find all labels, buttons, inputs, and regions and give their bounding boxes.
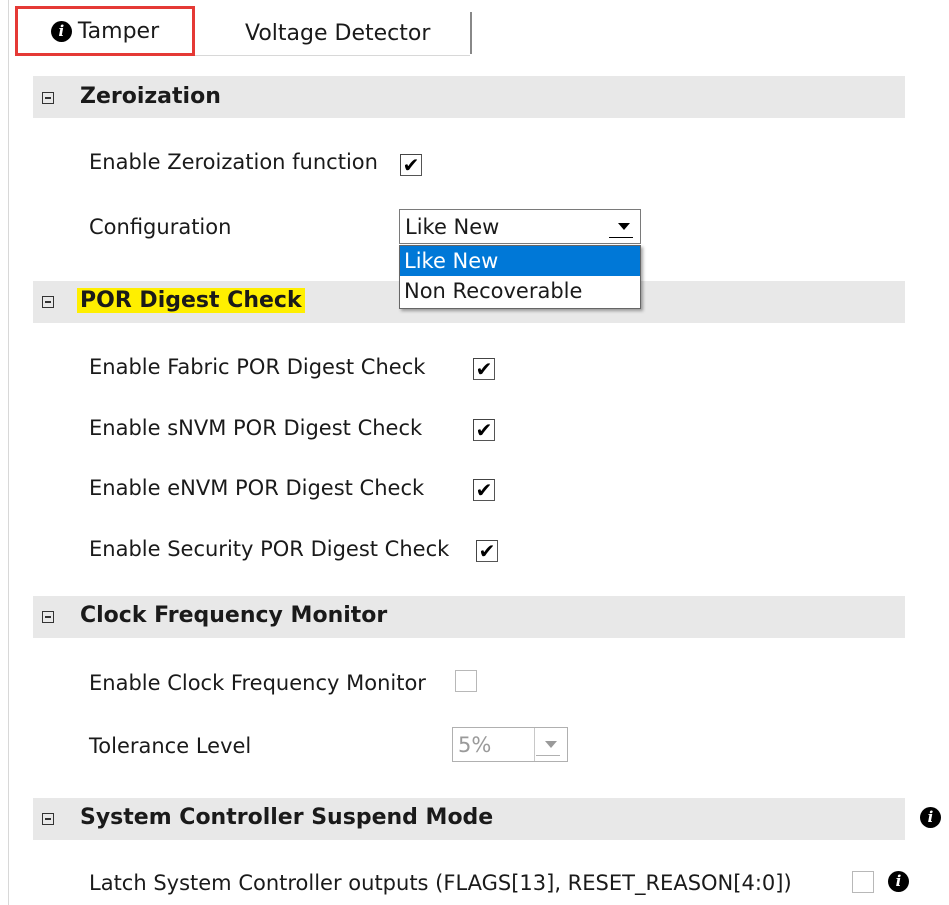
info-icon: i: [50, 20, 72, 42]
configuration-dropdown-list: Like New Non Recoverable: [399, 245, 641, 309]
suspend-title: System Controller Suspend Mode: [80, 805, 494, 830]
latch-outputs-label: Latch System Controller outputs (FLAGS[1…: [89, 871, 792, 895]
latch-info-icon[interactable]: i: [888, 871, 909, 892]
enable-envm-por-label: Enable eNVM POR Digest Check: [89, 476, 425, 500]
tolerance-level-label: Tolerance Level: [89, 734, 252, 758]
latch-outputs-checkbox[interactable]: [852, 871, 874, 893]
enable-snvm-por-checkbox[interactable]: ✔: [473, 419, 495, 441]
por-title-text: POR Digest Check: [77, 288, 305, 313]
tab-tamper-label: Tamper: [77, 18, 160, 44]
enable-security-por-checkbox[interactable]: ✔: [476, 540, 498, 562]
enable-zeroization-label: Enable Zeroization function: [89, 150, 378, 174]
chevron-down-icon[interactable]: [608, 210, 640, 243]
tolerance-level-value: 5%: [458, 732, 492, 757]
collapse-clock-icon[interactable]: [42, 611, 54, 623]
collapse-por-icon[interactable]: [42, 296, 54, 308]
enable-fabric-por-checkbox[interactable]: ✔: [473, 358, 495, 380]
configuration-select[interactable]: Like New: [399, 209, 641, 244]
option-like-new[interactable]: Like New: [400, 246, 640, 276]
suspend-info-icon[interactable]: i: [920, 807, 941, 828]
enable-envm-por-checkbox[interactable]: ✔: [473, 479, 495, 501]
enable-clock-monitor-checkbox[interactable]: [455, 670, 477, 692]
enable-snvm-por-label: Enable sNVM POR Digest Check: [89, 416, 423, 440]
configuration-select-value: Like New: [405, 214, 500, 239]
tab-tamper[interactable]: i Tamper: [15, 6, 195, 56]
collapse-suspend-icon[interactable]: [42, 813, 54, 825]
zeroization-title: Zeroization: [80, 84, 221, 109]
chevron-down-icon: [534, 728, 567, 761]
tab-voltage-detector-label: Voltage Detector: [245, 20, 431, 46]
enable-security-por-label: Enable Security POR Digest Check: [89, 537, 450, 561]
clock-title: Clock Frequency Monitor: [80, 603, 388, 628]
enable-clock-monitor-label: Enable Clock Frequency Monitor: [89, 671, 426, 695]
configuration-label: Configuration: [89, 215, 232, 239]
tabstrip-baseline: [195, 55, 470, 56]
enable-zeroization-checkbox[interactable]: ✔: [400, 154, 422, 176]
collapse-zeroization-icon[interactable]: [42, 92, 54, 104]
panel-left-border: [8, 0, 9, 905]
por-title: POR Digest Check: [77, 288, 305, 313]
tolerance-level-select: 5%: [452, 727, 568, 762]
option-non-recoverable[interactable]: Non Recoverable: [400, 276, 640, 306]
enable-fabric-por-label: Enable Fabric POR Digest Check: [89, 355, 426, 379]
tab-voltage-detector[interactable]: Voltage Detector: [245, 14, 430, 52]
tab-separator: [470, 12, 472, 54]
